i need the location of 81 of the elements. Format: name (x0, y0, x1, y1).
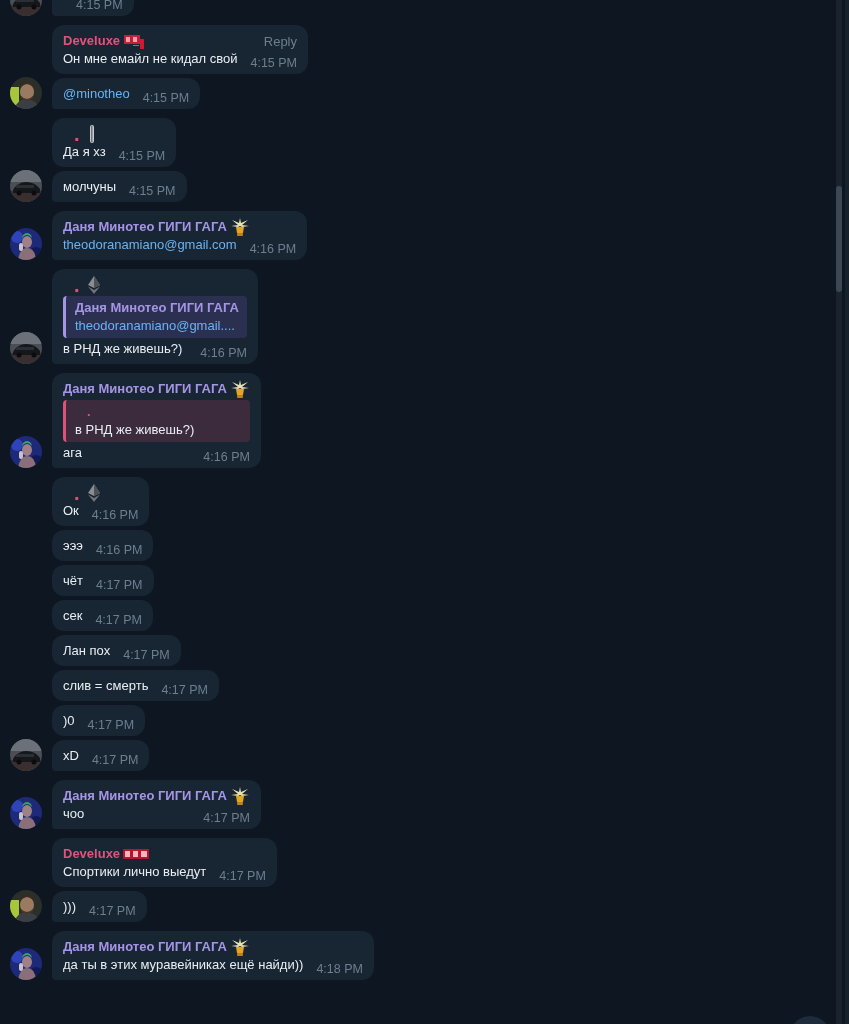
message-text: Да я хз (63, 143, 106, 161)
message-text: чёт (63, 572, 83, 590)
message-text: чоо (63, 805, 85, 823)
message-bubble[interactable]: . Ок 4:16 PM (52, 477, 150, 526)
message-time: 4:15 PM (142, 90, 190, 106)
message-bubble[interactable]: Develuxe Спортики лично выедут 4:17 PM (52, 838, 277, 887)
message-time: 4:17 PM (219, 868, 266, 884)
sender-name[interactable]: Develuxe (63, 845, 121, 863)
message-time: 4:15 PM (129, 183, 176, 199)
message-link[interactable]: theodoranamiano@gmail.com (63, 236, 237, 254)
message-bubble[interactable]: Даня Минотео ГИГИ ГАГА . в РНД же живешь?) ага 4:16 PM (52, 373, 261, 468)
quoted-sender: Даня Минотео ГИГИ ГАГА (75, 299, 239, 317)
message-time: 4:16 PM (203, 449, 250, 465)
message-text: )0 (63, 712, 75, 730)
message-bubble[interactable]: Лан пох 4:17 PM (52, 635, 181, 666)
message-bubble[interactable]: )0 4:17 PM (52, 705, 146, 736)
diamond-icon (87, 484, 100, 502)
message-bubble[interactable]: слив = смерть 4:17 PM (52, 670, 219, 701)
reply-quote[interactable]: Даня Минотео ГИГИ ГАГА theodoranamiano@gmail.... (63, 296, 247, 338)
message-text: Он мне емайл не кидал свой (63, 50, 238, 68)
message-bubble[interactable]: Даня Минотео ГИГИ ГАГА да ты в этих муравейниках ещё найди)) 4:18 PM (52, 931, 374, 980)
message-text: Спортики лично выедут (63, 863, 207, 881)
message-time: 4:15 PM (76, 0, 123, 13)
message-time: 4:17 PM (123, 647, 170, 663)
message-bubble[interactable]: Develuxe Reply Он мне емайл не кидал свой 4:15 PM (52, 25, 308, 74)
message-bubble[interactable]: молчуны 4:15 PM (52, 171, 187, 202)
message-bubble[interactable]: Даня Минотео ГИГИ ГАГА theodoranamiano@gmail.com 4:16 PM (52, 211, 308, 260)
message-time: 4:17 PM (89, 903, 136, 919)
quoted-sender: . (86, 403, 92, 421)
message-text: ))) (63, 898, 76, 916)
reply-label[interactable]: Reply (239, 33, 297, 49)
message-bubble[interactable]: @minotheo 4:15 PM (52, 78, 201, 109)
message-bubble[interactable]: сек 4:17 PM (52, 600, 153, 631)
sender-name[interactable]: Develuxe (63, 32, 121, 50)
message-bubble[interactable]: ))) 4:17 PM (52, 891, 147, 922)
sender-name[interactable]: Даня Минотео ГИГИ ГАГА (63, 787, 227, 805)
message-text: в РНД же живешь?) (63, 340, 183, 358)
message-text: да ты в этих муравейниках ещё найди)) (63, 956, 304, 974)
message-time: 4:17 PM (95, 612, 142, 628)
message-bubble[interactable]: . Даня Минотео ГИГИ ГАГА theodoranamiano@gmail.... в РНД же живешь?) 4:16 PM (52, 269, 258, 364)
diamond-icon (87, 276, 100, 294)
quoted-text: theodoranamiano@gmail.... (75, 317, 236, 335)
message-time: 4:18 PM (316, 961, 363, 977)
quoted-text: в РНД же живешь?) (75, 421, 196, 439)
message-time: 4:16 PM (95, 542, 143, 558)
pixel-emoji-icon (123, 33, 146, 49)
message-bubble[interactable]: Даня Минотео ГИГИ ГАГА чоо 4:17 PM (52, 780, 261, 829)
message-text: слив = смерть (63, 677, 149, 695)
message-text: эээ (63, 537, 83, 555)
message-bubble[interactable]: эээ 4:16 PM (52, 530, 154, 561)
sender-name[interactable]: . (74, 488, 80, 498)
message-time: 4:17 PM (87, 717, 135, 733)
message-text: ага (63, 444, 82, 462)
message-bubble[interactable]: xD 4:17 PM (52, 740, 150, 771)
sender-name[interactable]: . (74, 280, 80, 290)
message-text: сек (63, 607, 83, 625)
sender-name[interactable]: . (74, 129, 80, 139)
message-time: 4:15 PM (118, 148, 166, 164)
message-time: 4:16 PM (249, 241, 297, 257)
message-text: молчуны (63, 178, 116, 196)
sender-name[interactable]: Даня Минотео ГИГИ ГАГА (63, 218, 227, 236)
message-text: Лан пох (63, 642, 111, 660)
message-bubble[interactable]: . Да я хз 4:15 PM (52, 118, 177, 167)
pixel-emoji-icon (123, 848, 150, 860)
message-text: Ок (63, 502, 79, 520)
message-bubble[interactable]: 4:15 PM (52, 0, 134, 16)
sender-name[interactable]: Даня Минотео ГИГИ ГАГА (63, 380, 227, 398)
message-bubble[interactable]: чёт 4:17 PM (52, 565, 154, 596)
scrollbar-thumb[interactable] (836, 186, 842, 292)
message-time: 4:16 PM (91, 507, 139, 523)
message-time: 4:17 PM (95, 577, 143, 593)
message-link[interactable]: @minotheo (63, 85, 130, 103)
message-time: 4:17 PM (203, 810, 250, 826)
message-time: 4:16 PM (200, 345, 247, 361)
message-text: xD (63, 747, 79, 765)
sender-name[interactable]: Даня Минотео ГИГИ ГАГА (63, 938, 227, 956)
scrollbar[interactable] (836, 0, 842, 1024)
message-time: 4:15 PM (250, 55, 297, 71)
message-time: 4:17 PM (91, 752, 139, 768)
message-time: 4:17 PM (161, 682, 208, 698)
reply-quote[interactable]: . в РНД же живешь?) (63, 400, 250, 442)
